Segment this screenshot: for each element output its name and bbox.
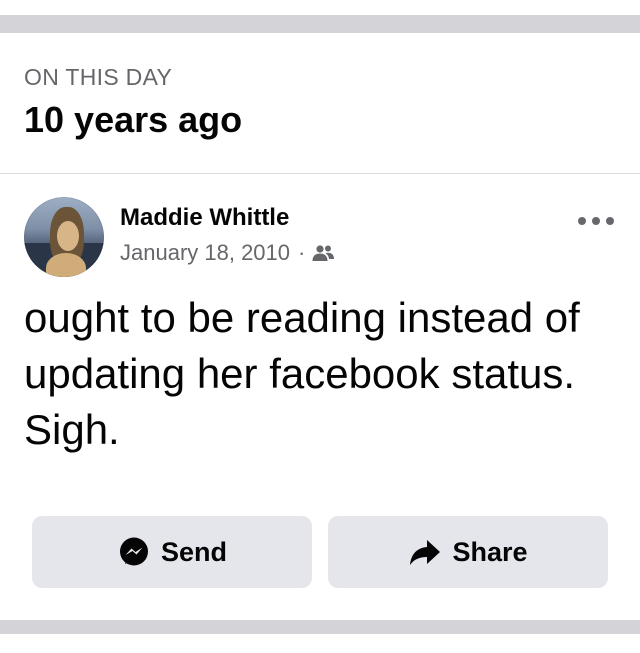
memory-label: ON THIS DAY bbox=[24, 64, 173, 90]
messenger-icon bbox=[119, 537, 148, 566]
top-separator-band bbox=[0, 15, 640, 33]
post-meta: January 18, 2010 · bbox=[120, 239, 335, 267]
share-arrow-icon bbox=[410, 540, 441, 565]
send-label: Send bbox=[160, 536, 227, 567]
avatar[interactable] bbox=[24, 197, 104, 277]
memory-title: 10 years ago bbox=[24, 99, 243, 140]
divider bbox=[0, 173, 640, 174]
bottom-separator-band bbox=[0, 620, 640, 634]
memory-header: ON THIS DAY 10 years ago bbox=[24, 62, 242, 142]
more-options-icon[interactable] bbox=[578, 209, 614, 233]
post-header: Maddie Whittle January 18, 2010 · bbox=[24, 197, 616, 279]
author-name[interactable]: Maddie Whittle bbox=[120, 203, 289, 233]
send-button[interactable]: Send bbox=[32, 516, 312, 588]
post-text: ought to be reading instead of updating … bbox=[24, 294, 580, 453]
friends-icon bbox=[312, 245, 335, 261]
share-button[interactable]: Share bbox=[328, 516, 608, 588]
meta-separator: · bbox=[298, 240, 306, 265]
share-label: Share bbox=[452, 536, 528, 567]
post-date[interactable]: January 18, 2010 bbox=[120, 239, 290, 267]
